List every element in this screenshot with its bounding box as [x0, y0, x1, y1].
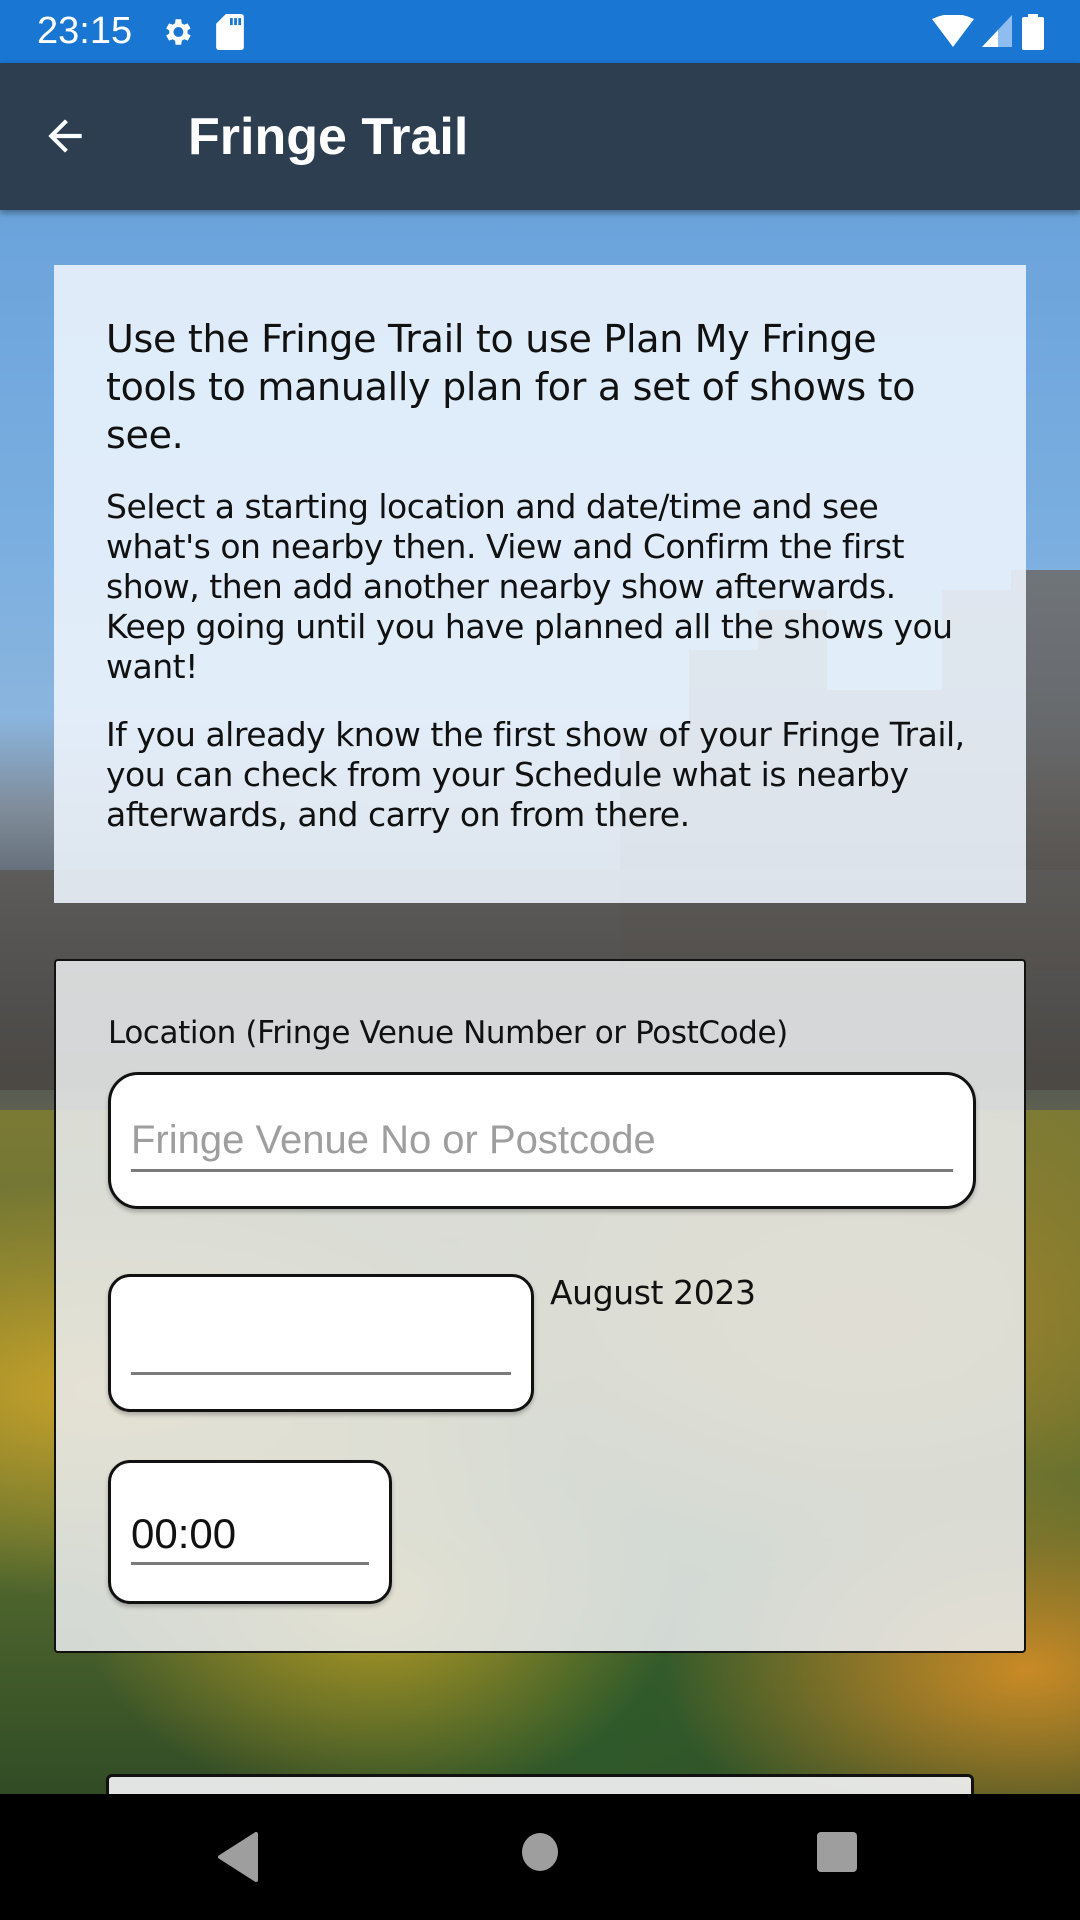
intro-paragraph-1: Select a starting location and date/time… [106, 487, 953, 686]
nav-home-icon[interactable] [521, 1832, 559, 1877]
status-right-icons [932, 14, 1044, 55]
wifi-icon [932, 14, 974, 54]
intro-paragraph-2: If you already know the first show of yo… [106, 715, 965, 834]
settings-icon [160, 15, 194, 54]
date-input-container [108, 1274, 534, 1412]
nav-back-icon[interactable] [216, 1832, 260, 1887]
time-input[interactable] [131, 1505, 369, 1565]
battery-icon [1022, 14, 1044, 55]
next-card-partial [106, 1774, 974, 1794]
location-input-container [108, 1072, 976, 1209]
time-input-container [108, 1460, 392, 1604]
location-input[interactable] [131, 1112, 953, 1172]
back-button[interactable] [40, 111, 100, 161]
nav-recents-icon[interactable] [816, 1831, 858, 1878]
app-bar: Fringe Trail [0, 63, 1080, 210]
system-nav-bar [0, 1794, 1080, 1920]
arrow-back-icon [40, 119, 90, 165]
trail-form-card: Location (Fringe Venue Number or PostCod… [54, 959, 1026, 1653]
intro-heading: Use the Fringe Trail to use Plan My Frin… [106, 317, 916, 457]
page-title: Fringe Trail [188, 108, 469, 166]
sd-card-icon [216, 14, 244, 55]
location-label: Location (Fringe Venue Number or PostCod… [108, 1015, 788, 1051]
intro-card: Use the Fringe Trail to use Plan My Frin… [54, 265, 1026, 903]
scroll-content[interactable]: Use the Fringe Trail to use Plan My Frin… [0, 210, 1080, 1794]
cell-signal-icon [982, 15, 1014, 54]
status-time: 23:15 [37, 10, 133, 52]
date-input[interactable] [131, 1315, 511, 1375]
status-bar: 23:15 [0, 0, 1080, 63]
month-label: August 2023 [550, 1273, 756, 1312]
status-left-icons [160, 14, 244, 55]
